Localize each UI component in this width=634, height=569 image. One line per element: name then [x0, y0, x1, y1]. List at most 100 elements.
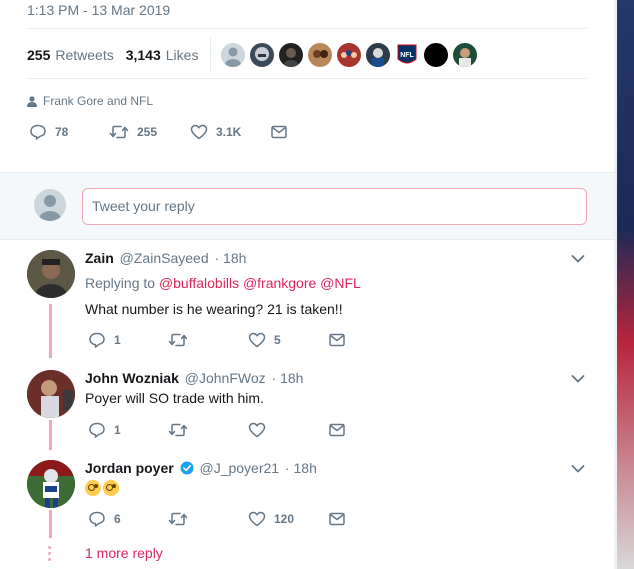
tweet-detail-panel: 1:13 PM - 13 Mar 2019 255 Retweets 3,143… — [0, 0, 614, 569]
reply-button[interactable]: 6 — [88, 510, 168, 528]
reply-icon — [89, 422, 105, 438]
heart-icon — [248, 422, 266, 438]
retweet-count: 255 — [137, 125, 158, 139]
user-avatar[interactable] — [34, 189, 66, 221]
chevron-down-icon[interactable] — [571, 254, 585, 264]
thread-line — [49, 510, 52, 538]
liker-avatar[interactable] — [424, 43, 449, 67]
reply-time[interactable]: · 18h — [272, 370, 304, 386]
reply-author-handle[interactable]: @JohnFWoz — [185, 370, 266, 386]
reply-avatar[interactable] — [27, 370, 75, 418]
reply-header: Zain @ZainSayeed · 18h — [85, 250, 246, 266]
reply-avatar[interactable] — [27, 250, 75, 298]
retweet-icon — [168, 333, 188, 347]
likes-count[interactable]: 3,143 — [126, 47, 161, 63]
liker-avatar[interactable] — [366, 43, 391, 67]
like-count: 3.1K — [216, 125, 242, 139]
liker-avatar[interactable] — [337, 43, 362, 67]
reply-count: 78 — [55, 125, 69, 139]
reply-actions: 6 120 — [88, 510, 346, 528]
reply-author-handle[interactable]: @J_poyer21 — [199, 460, 279, 476]
likes-label[interactable]: Likes — [166, 47, 199, 63]
reply-compose-area: Tweet your reply — [0, 172, 614, 240]
divider — [27, 28, 587, 29]
reply-author-name[interactable]: Jordan poyer — [85, 460, 174, 476]
replying-to: Replying to @buffalobills @frankgore @NF… — [85, 275, 361, 291]
reply-avatar[interactable] — [27, 460, 75, 508]
chevron-down-icon[interactable] — [571, 464, 585, 474]
reply-mentions[interactable]: @buffalobills @frankgore @NFL — [159, 275, 361, 291]
reply-text: Poyer will SO trade with him. — [85, 390, 264, 406]
verified-badge-icon — [180, 461, 194, 475]
liker-avatar[interactable]: NFL — [395, 43, 420, 67]
reply-button[interactable]: 1 — [88, 331, 168, 349]
direct-message-button[interactable] — [328, 421, 346, 439]
reply-time[interactable]: · 18h — [215, 250, 247, 266]
liker-avatar[interactable] — [250, 43, 275, 67]
liker-avatar[interactable] — [221, 43, 246, 67]
reply-input[interactable]: Tweet your reply — [82, 188, 587, 225]
retweets-count[interactable]: 255 — [27, 47, 50, 63]
chevron-down-icon[interactable] — [571, 374, 585, 384]
reply-header: John Wozniak @JohnFWoz · 18h — [85, 370, 303, 386]
reply-actions: 1 5 — [88, 331, 346, 349]
stats-separator — [210, 38, 212, 72]
envelope-icon — [271, 125, 287, 139]
like-button[interactable]: 3.1K — [190, 123, 270, 141]
monocle-face-emoji-icon — [85, 480, 101, 497]
reply-author-name[interactable]: Zain — [85, 250, 114, 266]
reply-count: 6 — [114, 512, 121, 526]
envelope-icon — [329, 423, 345, 437]
reply-tweet[interactable]: Jordan poyer @J_poyer21 · 18h 6 120 — [0, 450, 614, 542]
like-count: 5 — [274, 333, 281, 347]
reply-text — [85, 479, 121, 497]
envelope-icon — [329, 333, 345, 347]
liker-avatar[interactable] — [308, 43, 333, 67]
retweet-icon — [168, 423, 188, 437]
reply-author-name[interactable]: John Wozniak — [85, 370, 179, 386]
retweet-icon — [109, 125, 129, 139]
retweet-button[interactable] — [168, 331, 248, 349]
reply-icon — [89, 511, 105, 527]
heart-icon — [248, 511, 266, 527]
heart-icon — [190, 124, 208, 140]
like-button[interactable] — [248, 421, 328, 439]
thread-line — [49, 420, 52, 450]
thread-dots — [48, 546, 53, 564]
reply-icon — [30, 124, 46, 140]
tweet-timestamp[interactable]: 1:13 PM - 13 Mar 2019 — [27, 2, 170, 18]
liker-avatar[interactable] — [453, 43, 478, 67]
context-text[interactable]: Frank Gore and NFL — [43, 94, 153, 108]
reply-icon — [89, 332, 105, 348]
background-page-edge — [614, 0, 634, 569]
heart-icon — [248, 332, 266, 348]
person-icon — [27, 95, 37, 107]
reply-count: 1 — [114, 423, 121, 437]
retweet-button[interactable] — [168, 510, 248, 528]
like-button[interactable]: 5 — [248, 331, 328, 349]
retweets-label[interactable]: Retweets — [55, 47, 113, 63]
retweet-button[interactable]: 255 — [109, 123, 190, 141]
liker-avatar[interactable] — [279, 43, 304, 67]
more-replies-link[interactable]: 1 more reply — [85, 545, 163, 561]
envelope-icon — [329, 512, 345, 526]
reply-tweet[interactable]: Zain @ZainSayeed · 18h Replying to @buff… — [0, 240, 614, 362]
tweet-stats: 255 Retweets 3,143 Likes NFL — [27, 38, 482, 72]
reply-button[interactable]: 1 — [88, 421, 168, 439]
direct-message-button[interactable] — [270, 123, 288, 141]
like-button[interactable]: 120 — [248, 510, 328, 528]
direct-message-button[interactable] — [328, 510, 346, 528]
reply-time[interactable]: · 18h — [285, 460, 317, 476]
reply-button[interactable]: 78 — [29, 123, 109, 141]
liker-avatars: NFL — [221, 43, 482, 67]
reply-text: What number is he wearing? 21 is taken!! — [85, 301, 343, 317]
reply-author-handle[interactable]: @ZainSayeed — [120, 250, 209, 266]
nfl-logo-text: NFL — [401, 52, 415, 59]
retweet-button[interactable] — [168, 421, 248, 439]
reply-header: Jordan poyer @J_poyer21 · 18h — [85, 460, 317, 476]
reply-tweet[interactable]: John Wozniak @JohnFWoz · 18h Poyer will … — [0, 360, 614, 452]
tweet-actions: 78 255 3.1K — [29, 123, 288, 141]
direct-message-button[interactable] — [328, 331, 346, 349]
divider — [27, 78, 587, 79]
monocle-face-emoji-icon — [103, 480, 119, 497]
